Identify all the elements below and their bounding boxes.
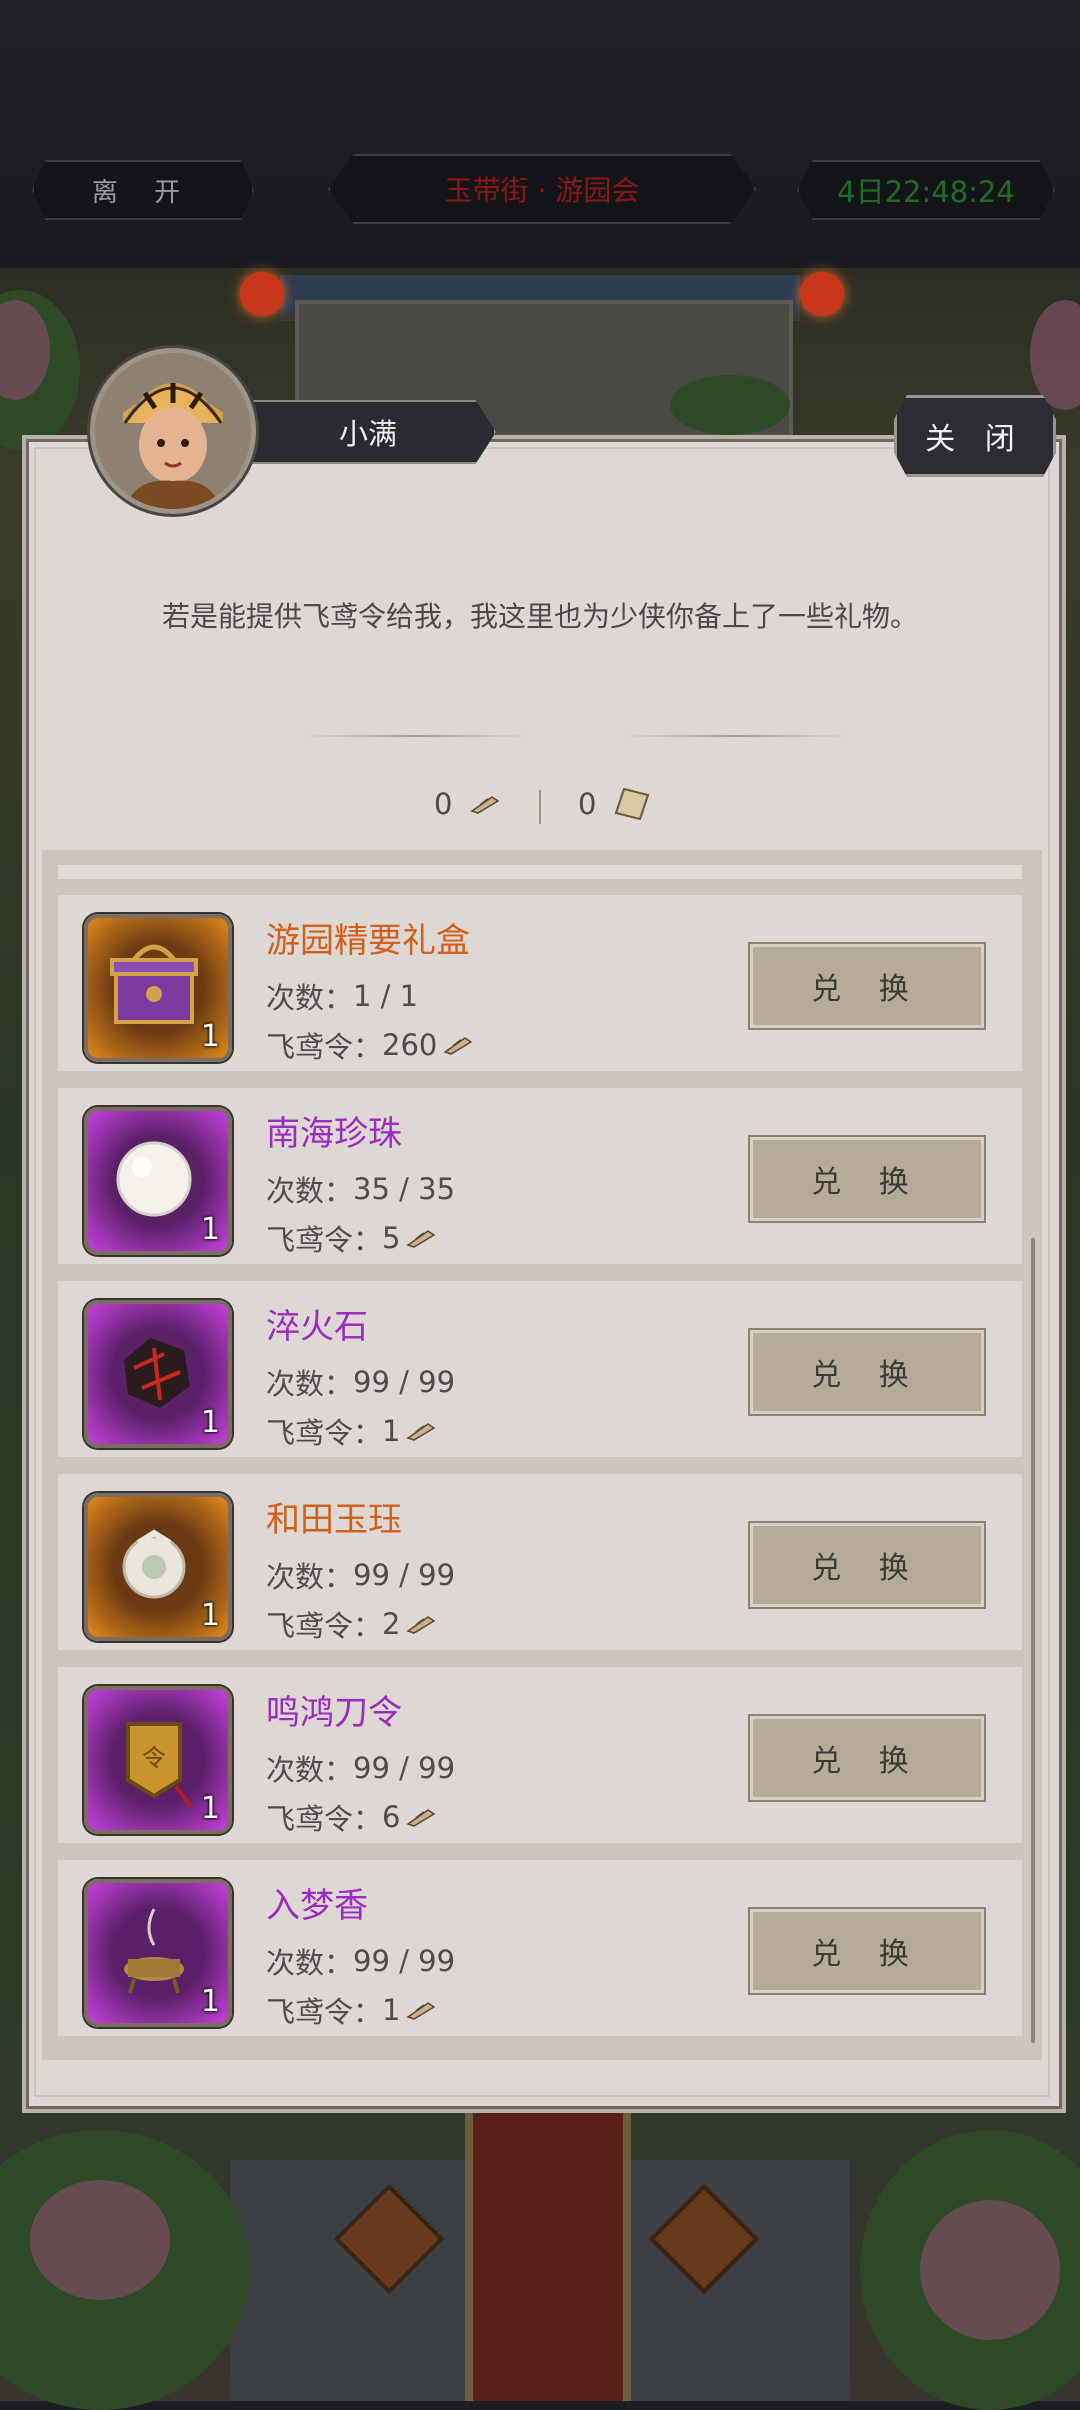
cost-value: 5 xyxy=(382,1221,401,1255)
item-quantity: 1 xyxy=(200,1791,220,1826)
item-count: 次数： 1 / 1 xyxy=(266,975,418,1017)
cost-value: 1 xyxy=(382,1414,401,1448)
item-count: 次数： 99 / 99 xyxy=(266,1747,455,1789)
feiyuan-token-icon xyxy=(406,1230,436,1248)
cost-value: 1 xyxy=(382,1993,401,2027)
ticket-balance: 0 xyxy=(578,787,650,821)
gift-box-icon xyxy=(94,924,214,1048)
item-name: 淬火石 xyxy=(266,1307,368,1347)
npc-dialog-text: 若是能提供飞鸢令给我，我这里也为少侠你备上了一些礼物。 xyxy=(161,600,918,633)
exchange-button[interactable]: 兑 换 xyxy=(750,944,984,1028)
item-icon-frame[interactable]: 1 xyxy=(84,1493,232,1641)
item-name: 南海珍珠 xyxy=(266,1114,402,1154)
item-quantity: 1 xyxy=(200,1598,220,1633)
item-name: 和田玉珏 xyxy=(266,1500,402,1540)
cost-label: 飞鸢令： xyxy=(266,1223,383,1257)
divider-ornament xyxy=(300,735,530,737)
count-label: 次数： xyxy=(266,1753,354,1787)
item-name: 游园精要礼盒 xyxy=(266,921,470,961)
cost-label: 飞鸢令： xyxy=(266,1995,383,2029)
count-value: 99 / 99 xyxy=(353,1365,456,1399)
count-label: 次数： xyxy=(266,1946,354,1980)
ticket-count: 0 xyxy=(578,787,597,821)
fire-stone-icon xyxy=(94,1310,214,1434)
count-label: 次数： xyxy=(266,981,354,1015)
divider-ornament xyxy=(620,735,850,737)
pearl-icon xyxy=(94,1117,214,1241)
list-scrollbar[interactable] xyxy=(1031,1238,1035,2043)
feiyuan-balance: 0 xyxy=(434,787,500,821)
jade-ring-icon xyxy=(94,1503,214,1627)
item-cost: 飞鸢令： 5 xyxy=(266,1217,436,1259)
feiyuan-token-icon xyxy=(406,1616,436,1634)
item-count: 次数： 99 / 99 xyxy=(266,1361,455,1403)
item-icon-frame[interactable]: 1 xyxy=(84,1107,232,1255)
feiyuan-token-icon xyxy=(406,2002,436,2020)
feiyuan-token-icon xyxy=(406,1809,436,1827)
npc-avatar xyxy=(90,348,256,514)
count-value: 99 / 99 xyxy=(353,1751,456,1785)
feiyuan-token-icon xyxy=(470,796,500,814)
count-value: 99 / 99 xyxy=(353,1558,456,1592)
count-value: 99 / 99 xyxy=(353,1944,456,1978)
count-label: 次数： xyxy=(266,1367,354,1401)
location-title: 玉带街 · 游园会 xyxy=(328,154,756,224)
item-count: 次数： 99 / 99 xyxy=(266,1940,455,1982)
flower-decoration xyxy=(920,2200,1060,2340)
exchange-button[interactable]: 兑 换 xyxy=(750,1909,984,1993)
cost-label: 飞鸢令： xyxy=(266,1609,383,1643)
feiyuan-count: 0 xyxy=(434,787,453,821)
item-quantity: 1 xyxy=(200,1212,220,1247)
item-cost: 飞鸢令： 1 xyxy=(266,1989,436,2031)
currency-divider xyxy=(539,790,541,824)
count-value: 1 / 1 xyxy=(353,979,419,1013)
cost-label: 飞鸢令： xyxy=(266,1802,383,1836)
item-name: 鸣鸿刀令 xyxy=(266,1693,402,1733)
ticket-icon xyxy=(615,787,650,821)
lantern-icon xyxy=(240,272,284,316)
red-carpet xyxy=(465,2105,631,2401)
cost-value: 6 xyxy=(382,1800,401,1834)
svg-text:令: 令 xyxy=(142,1744,166,1772)
count-label: 次数： xyxy=(266,1560,354,1594)
item-icon-frame[interactable]: 1 xyxy=(84,1879,232,2027)
incense-icon xyxy=(94,1889,214,2013)
cost-label: 飞鸢令： xyxy=(266,1030,383,1064)
leave-button[interactable]: 离 开 xyxy=(32,160,254,220)
blade-token-icon: 令 xyxy=(94,1696,214,1820)
feiyuan-token-icon xyxy=(406,1423,436,1441)
cost-value: 2 xyxy=(382,1607,401,1641)
item-icon-frame[interactable]: 1 xyxy=(84,914,232,1062)
item-cost: 飞鸢令： 6 xyxy=(266,1796,436,1838)
top-bar xyxy=(0,0,1080,268)
lantern-icon xyxy=(800,272,844,316)
cost-value: 260 xyxy=(382,1028,438,1062)
item-icon-frame[interactable]: 1 xyxy=(84,1300,232,1448)
bush-decoration xyxy=(670,375,790,435)
close-button[interactable]: 关 闭 xyxy=(894,395,1056,477)
item-cost: 飞鸢令： 260 xyxy=(266,1024,473,1066)
item-count: 次数： 99 / 99 xyxy=(266,1554,455,1596)
item-cost: 飞鸢令： 2 xyxy=(266,1603,436,1645)
exchange-button[interactable]: 兑 换 xyxy=(750,1330,984,1414)
cost-label: 飞鸢令： xyxy=(266,1416,383,1450)
list-item-partial xyxy=(58,865,1022,879)
feiyuan-token-icon xyxy=(443,1037,473,1055)
npc-name: 小满 xyxy=(240,400,496,464)
count-value: 35 / 35 xyxy=(353,1172,456,1206)
item-cost: 飞鸢令： 1 xyxy=(266,1410,436,1452)
item-quantity: 1 xyxy=(200,1984,220,2019)
item-quantity: 1 xyxy=(200,1019,220,1054)
countdown-timer: 4日22:48:24 xyxy=(797,160,1055,220)
item-icon-frame[interactable]: 令 1 xyxy=(84,1686,232,1834)
flower-decoration xyxy=(30,2180,170,2300)
exchange-button[interactable]: 兑 换 xyxy=(750,1523,984,1607)
item-quantity: 1 xyxy=(200,1405,220,1440)
item-name: 入梦香 xyxy=(266,1886,368,1926)
exchange-button[interactable]: 兑 换 xyxy=(750,1716,984,1800)
count-label: 次数： xyxy=(266,1174,354,1208)
item-count: 次数： 35 / 35 xyxy=(266,1168,455,1210)
exchange-button[interactable]: 兑 换 xyxy=(750,1137,984,1221)
